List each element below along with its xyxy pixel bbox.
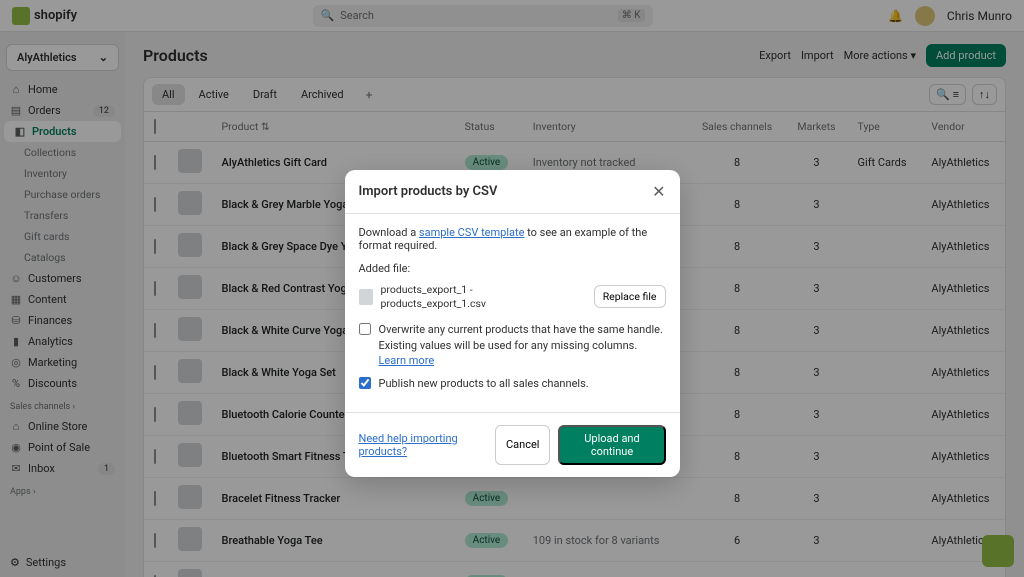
sample-csv-link[interactable]: sample CSV template — [419, 226, 525, 239]
overwrite-checkbox-row[interactable]: Overwrite any current products that have… — [359, 322, 666, 368]
learn-more-link[interactable]: Learn more — [379, 354, 435, 367]
overwrite-checkbox[interactable] — [359, 323, 371, 335]
help-link[interactable]: Need help importing products? — [359, 432, 496, 458]
file-icon — [359, 289, 373, 305]
modal-title: Import products by CSV — [359, 184, 498, 199]
close-icon[interactable]: ✕ — [652, 182, 665, 201]
modal-overlay[interactable]: Import products by CSV ✕ Download a samp… — [0, 0, 1024, 577]
filename: products_export_1 - products_export_1.cs… — [381, 283, 521, 310]
import-csv-modal: Import products by CSV ✕ Download a samp… — [345, 170, 680, 477]
publish-checkbox-row[interactable]: Publish new products to all sales channe… — [359, 376, 666, 391]
cancel-button[interactable]: Cancel — [495, 425, 550, 465]
download-text: Download a sample CSV template to see an… — [359, 226, 666, 252]
added-file-label: Added file: — [359, 262, 666, 275]
replace-file-button[interactable]: Replace file — [594, 285, 666, 308]
publish-checkbox[interactable] — [359, 377, 371, 389]
upload-continue-button[interactable]: Upload and continue — [558, 425, 665, 465]
